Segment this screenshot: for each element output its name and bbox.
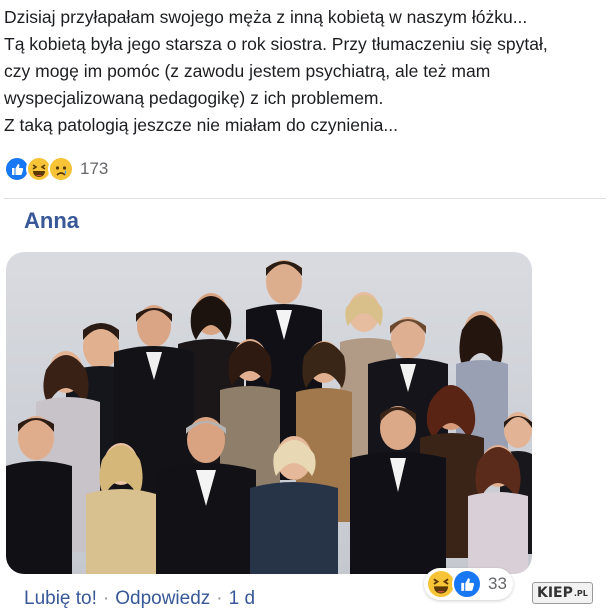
action-separator: · [102,588,110,609]
comment-timestamp[interactable]: 1 d [229,588,255,610]
watermark-suffix: .PL [573,588,588,598]
like-icon [452,569,482,599]
comment-actions: Lubię to! · Odpowiedz · 1 d [24,588,255,610]
action-separator: · [216,588,223,609]
sad-icon [48,156,74,182]
post-reactions[interactable]: 173 [4,156,108,182]
kiep-watermark-logo: KIEP .PL [532,582,593,604]
like-comment-link[interactable]: Lubię to! [24,588,97,610]
comment-author-name[interactable]: Anna [24,208,79,234]
post-text-line: Z taką patologią jeszcze nie miałam do c… [4,115,398,135]
post-text-line: Tą kobietą była jego starsza o rok siost… [4,34,548,54]
post-text-line: wyspecjalizowaną pedagogikę) z ich probl… [4,88,384,108]
comment-reaction-count: 33 [488,574,507,593]
post-text: Dzisiaj przyłapałam swojego męża z inną … [4,4,608,139]
group-portrait-photo[interactable] [6,252,532,574]
reply-link[interactable]: Odpowiedz [115,588,210,610]
watermark-text: KIEP [537,585,573,601]
post-text-line: Dzisiaj przyłapałam swojego męża z inną … [4,7,528,27]
comment-reactions[interactable]: 33 [424,568,513,600]
post-text-line: czy mogę im pomóc (z zawodu jestem psych… [4,61,491,81]
divider [4,198,606,199]
reaction-count: 173 [80,159,109,178]
